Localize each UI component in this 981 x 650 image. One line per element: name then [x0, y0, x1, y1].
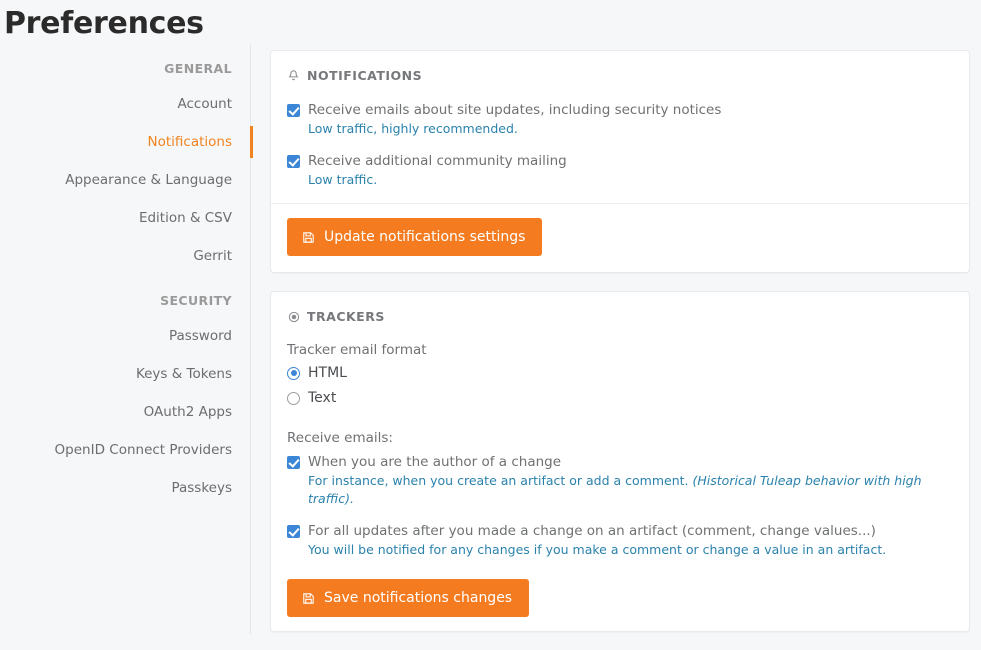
- sidebar-item-label: Account: [177, 96, 232, 112]
- sidebar-item-label: OpenID Connect Providers: [55, 442, 232, 458]
- page-layout: GENERAL Account Notifications Appearance…: [0, 44, 981, 650]
- option-hint: You will be notified for any changes if …: [308, 541, 953, 559]
- option-all-updates[interactable]: For all updates after you made a change …: [287, 522, 953, 559]
- radio-label[interactable]: HTML: [308, 364, 347, 382]
- notifications-card-body: Receive emails about site updates, inclu…: [271, 89, 969, 203]
- tracker-icon: [287, 310, 300, 323]
- trackers-card-header: TRACKERS: [271, 292, 969, 330]
- sidebar-item-oauth2-apps[interactable]: OAuth2 Apps: [0, 393, 250, 431]
- option-hint-text: For instance, when you create an artifac…: [308, 473, 689, 488]
- sidebar-item-label: Notifications: [148, 134, 233, 150]
- option-hint: Low traffic.: [308, 171, 953, 189]
- preferences-content: NOTIFICATIONS Receive emails about site …: [251, 44, 981, 650]
- sidebar-item-label: OAuth2 Apps: [144, 404, 232, 420]
- sidebar-item-label: Appearance & Language: [65, 172, 232, 188]
- tracker-email-format-label: Tracker email format: [287, 342, 953, 358]
- option-hint: For instance, when you create an artifac…: [308, 472, 953, 508]
- option-label[interactable]: When you are the author of a change: [308, 453, 953, 471]
- trackers-card-body: Tracker email format HTML Text Receive e…: [271, 330, 969, 631]
- option-label[interactable]: Receive additional community mailing: [308, 152, 953, 170]
- receive-emails-label: Receive emails:: [287, 430, 953, 446]
- radio-html[interactable]: [287, 367, 300, 380]
- option-texts: Receive emails about site updates, inclu…: [308, 101, 953, 138]
- sidebar-item-label: Gerrit: [193, 248, 232, 264]
- option-texts: When you are the author of a change For …: [308, 453, 953, 508]
- notifications-card: NOTIFICATIONS Receive emails about site …: [270, 50, 970, 273]
- sidebar-section-title-general: GENERAL: [0, 52, 250, 85]
- save-icon: [302, 231, 315, 244]
- checkbox-author-of-change[interactable]: [287, 456, 300, 469]
- update-notifications-settings-button[interactable]: Update notifications settings: [287, 218, 542, 256]
- sidebar-item-openid-connect-providers[interactable]: OpenID Connect Providers: [0, 431, 250, 469]
- sidebar-item-password[interactable]: Password: [0, 317, 250, 355]
- sidebar-item-label: Password: [169, 328, 232, 344]
- option-author-of-change[interactable]: When you are the author of a change For …: [287, 453, 953, 508]
- checkbox-all-updates[interactable]: [287, 525, 300, 538]
- preferences-sidebar: GENERAL Account Notifications Appearance…: [0, 44, 251, 634]
- bell-icon: [287, 69, 300, 82]
- sidebar-item-gerrit[interactable]: Gerrit: [0, 237, 250, 275]
- page-title: Preferences: [0, 0, 981, 44]
- option-label[interactable]: For all updates after you made a change …: [308, 522, 953, 540]
- sidebar-item-passkeys[interactable]: Passkeys: [0, 469, 250, 507]
- sidebar-item-notifications[interactable]: Notifications: [0, 123, 250, 161]
- option-site-updates-emails[interactable]: Receive emails about site updates, inclu…: [287, 101, 953, 138]
- checkbox-site-updates-emails[interactable]: [287, 104, 300, 117]
- spacer: [287, 414, 953, 430]
- radio-option-text[interactable]: Text: [287, 389, 953, 407]
- button-label: Update notifications settings: [324, 228, 525, 246]
- sidebar-item-keys-tokens[interactable]: Keys & Tokens: [0, 355, 250, 393]
- sidebar-item-label: Passkeys: [171, 480, 232, 496]
- notifications-card-title: NOTIFICATIONS: [307, 68, 422, 83]
- radio-label[interactable]: Text: [308, 389, 336, 407]
- notifications-card-header: NOTIFICATIONS: [271, 51, 969, 89]
- sidebar-section-title-security: SECURITY: [0, 275, 250, 317]
- button-label: Save notifications changes: [324, 589, 512, 607]
- option-label[interactable]: Receive emails about site updates, inclu…: [308, 101, 953, 119]
- notifications-card-footer: Update notifications settings: [271, 203, 969, 272]
- sidebar-item-label: Edition & CSV: [139, 210, 232, 226]
- radio-option-html[interactable]: HTML: [287, 364, 953, 382]
- option-texts: For all updates after you made a change …: [308, 522, 953, 559]
- checkbox-community-mailing[interactable]: [287, 155, 300, 168]
- sidebar-item-label: Keys & Tokens: [136, 366, 232, 382]
- option-hint: Low traffic, highly recommended.: [308, 120, 953, 138]
- sidebar-item-appearance-language[interactable]: Appearance & Language: [0, 161, 250, 199]
- save-icon: [302, 592, 315, 605]
- trackers-card: TRACKERS Tracker email format HTML Text …: [270, 291, 970, 632]
- option-texts: Receive additional community mailing Low…: [308, 152, 953, 189]
- trackers-card-title: TRACKERS: [307, 309, 385, 324]
- sidebar-item-edition-csv[interactable]: Edition & CSV: [0, 199, 250, 237]
- radio-text[interactable]: [287, 392, 300, 405]
- sidebar-item-account[interactable]: Account: [0, 85, 250, 123]
- save-notifications-changes-button[interactable]: Save notifications changes: [287, 579, 529, 617]
- option-community-mailing[interactable]: Receive additional community mailing Low…: [287, 152, 953, 189]
